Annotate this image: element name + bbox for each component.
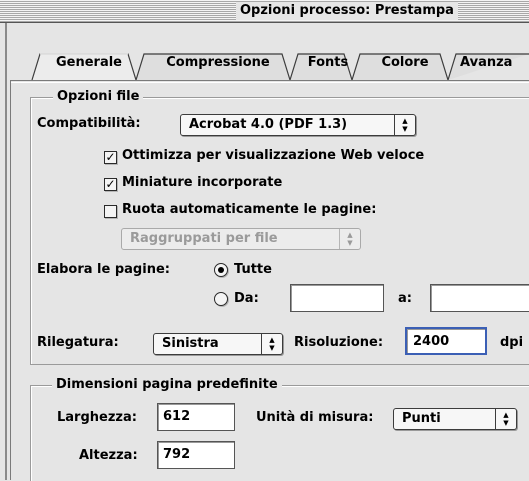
window-title: Opzioni processo: Prestampa [236, 2, 458, 20]
autorotate-label[interactable]: Ruota automaticamente le pagine: [122, 202, 376, 217]
resolution-label: Risoluzione: [294, 335, 384, 350]
pages-from-label[interactable]: Da: [234, 291, 259, 306]
autorotate-mode-value: Raggruppati per file [130, 231, 278, 246]
width-label: Larghezza: [57, 410, 137, 425]
pages-from-radio[interactable] [214, 292, 228, 306]
tab-panel-left-border [10, 80, 11, 480]
tab-compressione[interactable]: Compressione [152, 50, 284, 75]
tab-panel-top-border [10, 80, 529, 81]
compatibility-popup[interactable]: Acrobat 4.0 (PDF 1.3) ▲ ▼ [180, 114, 416, 136]
thumbnails-label[interactable]: Miniature incorporate [122, 175, 282, 190]
popup-arrows-icon: ▲ ▼ [339, 229, 360, 249]
popup-arrows-icon: ▲ ▼ [394, 115, 415, 135]
tab-generale[interactable]: Generale [44, 50, 134, 75]
pages-all-label[interactable]: Tutte [234, 262, 272, 277]
width-field[interactable]: 612 [157, 403, 235, 431]
resolution-unit: dpi [500, 335, 524, 350]
tab-fonts[interactable]: Fonts [302, 50, 354, 75]
compatibility-value: Acrobat 4.0 (PDF 1.3) [189, 117, 348, 132]
pages-all-radio[interactable] [214, 263, 228, 277]
resolution-field[interactable]: 2400 [405, 327, 487, 355]
units-label: Unità di misura: [256, 410, 374, 425]
autorotate-mode-popup[interactable]: Raggruppati per file ▲ ▼ [121, 228, 361, 250]
optimize-web-label[interactable]: Ottimizza per visualizzazione Web veloce [122, 148, 424, 163]
height-field[interactable]: 792 [157, 441, 235, 469]
window-title-bar[interactable]: Opzioni processo: Prestampa [0, 0, 529, 23]
binding-value: Sinistra [162, 336, 219, 351]
popup-arrows-icon: ▲ ▼ [261, 334, 282, 354]
window-border [5, 23, 7, 480]
optimize-web-checkbox[interactable]: ✓ [104, 151, 117, 164]
thumbnails-checkbox[interactable]: ✓ [104, 178, 117, 191]
compatibility-label: Compatibilità: [37, 116, 141, 131]
tab-colore[interactable]: Colore [362, 50, 448, 75]
units-popup[interactable]: Punti ▲ ▼ [393, 408, 517, 430]
units-value: Punti [402, 411, 441, 426]
binding-label: Rilegatura: [37, 335, 119, 350]
height-label: Altezza: [79, 448, 138, 463]
pages-to-label: a: [398, 291, 412, 306]
pages-label: Elabora le pagine: [37, 262, 170, 277]
file-options-title: Opzioni file [53, 89, 144, 105]
pages-to-field[interactable] [430, 284, 529, 312]
default-page-size-group [30, 385, 529, 481]
autorotate-checkbox[interactable] [104, 205, 117, 218]
pages-from-field[interactable] [290, 284, 384, 312]
tab-panel-highlight [10, 82, 529, 83]
binding-popup[interactable]: Sinistra ▲ ▼ [153, 333, 283, 355]
popup-arrows-icon: ▲ ▼ [495, 409, 516, 429]
default-page-size-title: Dimensioni pagina predefinite [52, 377, 282, 393]
tab-avanzate[interactable]: Avanza [458, 50, 529, 75]
